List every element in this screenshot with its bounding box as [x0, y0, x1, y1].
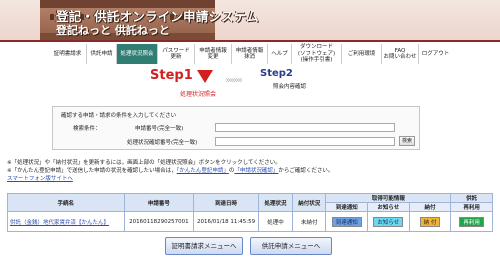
nav-password-update[interactable]: パスワード 更新 [157, 44, 194, 64]
col-obtainable: 取得可能情報 [325, 193, 452, 203]
step2-label: 照会内容確認 [273, 84, 307, 90]
status-cell: 処理中 [257, 211, 294, 232]
step-progress-chevron-icon: ›››››››› [225, 75, 243, 86]
cert-menu-button[interactable]: 証明書請求メニューへ [165, 237, 243, 255]
nav-environment[interactable]: ご利用環境 [341, 44, 381, 64]
payment-cell: 未納付 [292, 211, 327, 232]
search-instruction: 確認する申請・請求の条件を入力してください [61, 113, 177, 119]
step1-label: 処理状況照会 [180, 91, 217, 98]
col-notification: お知らせ [367, 202, 410, 212]
nav-cert-request[interactable]: 証明書請求 [49, 44, 86, 64]
application-number-label: 申請番号(完全一致) [135, 126, 184, 132]
status-check-number-input[interactable] [215, 137, 395, 146]
col-app-no: 申請番号 [123, 193, 195, 212]
system-subtitle: 登記ねっと 供託ねっと [56, 24, 170, 37]
nav-faq[interactable]: FAQ お問い合わせ [381, 44, 418, 64]
smartphone-site-link[interactable]: スマートフォン版サイトへ [7, 175, 333, 183]
col-status: 処理状況 [257, 193, 294, 212]
application-number-input[interactable] [215, 123, 395, 132]
step2-title: Step2 [260, 68, 293, 79]
note-kantan: ※「かんたん登記申請」で送信した申請の状況を確認したい場合は，「かんたん登記申請… [7, 168, 334, 174]
notes: ※「処理状況」や「納付状況」を更新するには，画面上部の「処理状況照会」ボタンをク… [7, 159, 333, 183]
search-button[interactable]: 検索 [399, 136, 415, 146]
status-table: 手続名 申請番号 到達日時 処理状況 納付状況 取得可能情報 供託 到達通知 お… [7, 193, 493, 232]
app-no-cell: 20160118290257001 [123, 211, 195, 232]
note-update-status: ※「処理状況」や「納付状況」を更新するには，画面上部の「処理状況照会」ボタンをク… [7, 160, 281, 166]
site-header: 登記・供託オンライン申請システム 登記ねっと 供託ねっと [0, 0, 500, 42]
step1-title: Step1 [150, 68, 193, 83]
status-check-number-label: 処理状況確認番号(完全一致) [127, 140, 198, 146]
notification-button[interactable]: お知らせ [373, 216, 404, 227]
col-arrival-notice: 到達通知 [325, 202, 369, 212]
col-payment: 納付状況 [292, 193, 327, 212]
reuse-button[interactable]: 再利用 [459, 216, 484, 227]
arrival-cell: 2016/01/18 11:45:59 [193, 211, 259, 232]
col-deposit: 供託 [450, 193, 493, 203]
nav-help[interactable]: ヘルプ [267, 44, 291, 64]
nav-status-inquiry[interactable]: 処理状況照会 [116, 44, 157, 64]
nav-logout[interactable]: ログアウト [418, 44, 452, 64]
arrival-notice-button[interactable]: 到達通知 [331, 216, 362, 227]
search-panel: 確認する申請・請求の条件を入力してください 検索条件： 申請番号(完全一致) 処… [52, 106, 420, 150]
nav-deposit-application[interactable]: 供託申請 [86, 44, 116, 64]
status-check-link[interactable]: 「申請状況確認」 [234, 168, 278, 174]
kantan-link[interactable]: 「かんたん登記申請」 [177, 168, 229, 174]
col-arrival: 到達日時 [193, 193, 259, 212]
table-row: 供託（金銭）地代家賃弁済【かんたん】 20160118290257001 201… [7, 211, 493, 232]
col-doc-name: 手続名 [7, 193, 125, 212]
col-reuse: 再利用 [450, 202, 493, 212]
col-pay: 納付 [408, 202, 452, 212]
main-nav: 証明書請求 供託申請 処理状況照会 パスワード 更新 申請者情報 変更 申請者情… [49, 44, 452, 64]
nav-applicant-delete[interactable]: 申請者情報 抹消 [231, 44, 267, 64]
nav-download[interactable]: ダウンロード (ソフトウェア) (操作手引書) [291, 44, 341, 64]
step1-down-arrow-icon [197, 70, 213, 83]
deposit-menu-button[interactable]: 供託申請メニューへ [250, 237, 332, 255]
search-condition-label: 検索条件： [73, 126, 101, 132]
pay-button[interactable]: 納 付 [419, 216, 441, 227]
nav-applicant-change[interactable]: 申請者情報 変更 [194, 44, 231, 64]
doc-name-link[interactable]: 供託（金銭）地代家賃弁済【かんたん】 [7, 211, 125, 232]
